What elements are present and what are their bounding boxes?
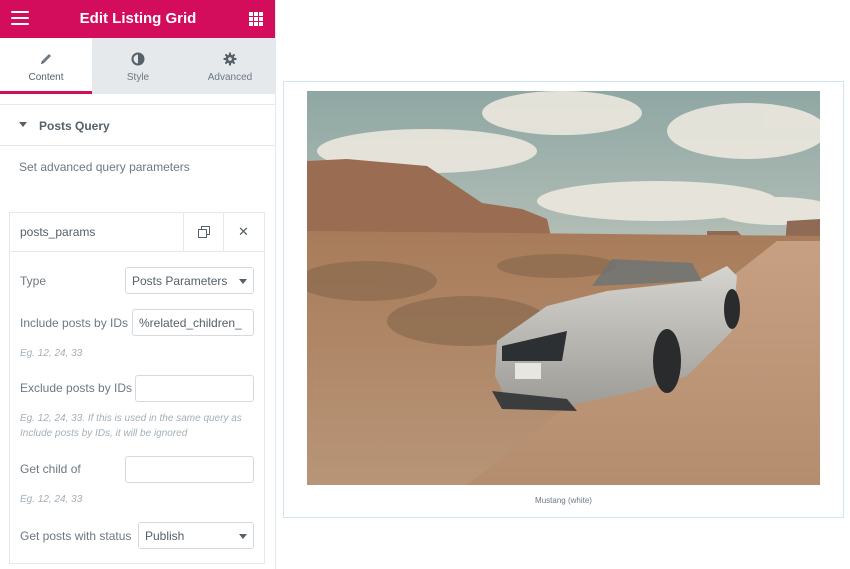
tab-label: Style bbox=[126, 72, 150, 83]
exclude-label: Exclude posts by IDs bbox=[20, 381, 133, 395]
panel-title: Edit Listing Grid bbox=[79, 10, 197, 27]
type-select[interactable]: Posts Parameters bbox=[125, 267, 254, 294]
listing-caption: Mustang (white) bbox=[535, 496, 592, 505]
section-posts-query[interactable]: Posts Query bbox=[0, 104, 275, 146]
section-title: Posts Query bbox=[39, 119, 110, 133]
tab-content[interactable]: Content bbox=[0, 38, 92, 94]
duplicate-button[interactable] bbox=[183, 213, 223, 252]
editor-panel: Edit Listing Grid Content Style Advanced… bbox=[0, 0, 276, 569]
exclude-ids-text[interactable] bbox=[136, 376, 253, 401]
panel-header: Edit Listing Grid bbox=[0, 0, 275, 38]
include-ids-input[interactable] bbox=[132, 309, 254, 336]
grid-icon[interactable] bbox=[249, 12, 263, 26]
caret-down-icon bbox=[19, 122, 27, 127]
include-hint: Eg. 12, 24, 33 bbox=[20, 348, 83, 359]
tab-label: Advanced bbox=[207, 72, 253, 83]
tab-advanced[interactable]: Advanced bbox=[184, 38, 275, 94]
pencil-icon bbox=[41, 54, 51, 64]
exclude-hint: Eg. 12, 24, 33. If this is used in the s… bbox=[20, 413, 242, 439]
include-label: Include posts by IDs bbox=[20, 316, 129, 330]
repeater-item-header[interactable]: posts_params ✕ bbox=[10, 213, 264, 252]
type-select-value: Posts Parameters bbox=[132, 274, 228, 288]
section-description: Set advanced query parameters bbox=[19, 160, 190, 174]
gear-icon bbox=[223, 52, 237, 66]
child-label: Get child of bbox=[20, 462, 81, 476]
child-hint: Eg. 12, 24, 33 bbox=[20, 494, 83, 505]
status-select[interactable]: Publish bbox=[138, 522, 254, 549]
listing-image[interactable] bbox=[307, 91, 820, 485]
chevron-down-icon bbox=[239, 534, 247, 539]
chevron-down-icon bbox=[239, 279, 247, 284]
remove-button[interactable]: ✕ bbox=[223, 213, 263, 252]
panel-tabs: Content Style Advanced bbox=[0, 38, 275, 94]
type-label: Type bbox=[20, 274, 47, 288]
listing-grid-preview: Mustang (white) bbox=[283, 81, 844, 518]
close-icon: ✕ bbox=[238, 224, 249, 239]
repeater-item: posts_params ✕ Type Posts Parameters Inc… bbox=[9, 212, 265, 564]
include-ids-text[interactable] bbox=[133, 310, 253, 335]
child-of-input[interactable] bbox=[125, 456, 254, 483]
copy-icon bbox=[198, 226, 210, 238]
child-of-text[interactable] bbox=[126, 457, 253, 482]
half-circle-icon bbox=[131, 52, 145, 66]
tab-label: Content bbox=[28, 72, 64, 83]
status-select-value: Publish bbox=[145, 529, 185, 543]
status-label: Get posts with status bbox=[20, 529, 132, 543]
repeater-item-title: posts_params bbox=[20, 225, 96, 239]
tab-style[interactable]: Style bbox=[92, 38, 184, 94]
exclude-ids-input[interactable] bbox=[135, 375, 254, 402]
